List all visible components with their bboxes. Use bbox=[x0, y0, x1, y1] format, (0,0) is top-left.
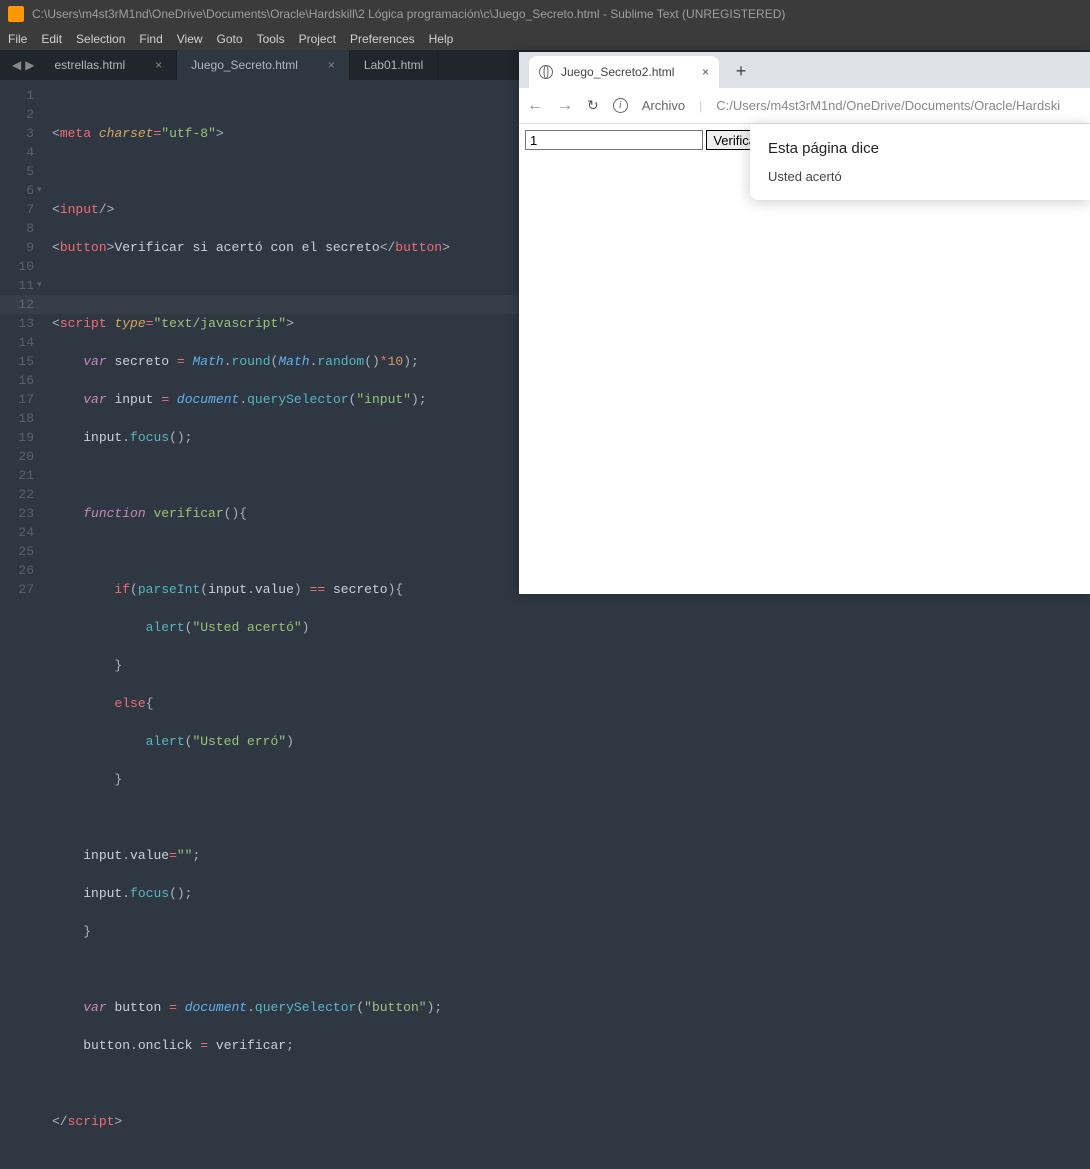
tab-close-icon[interactable]: × bbox=[155, 58, 162, 72]
line-gutter: 1234567891011121314151617181920212223242… bbox=[0, 80, 44, 594]
menubar: File Edit Selection Find View Goto Tools… bbox=[0, 28, 1090, 50]
title-path: C:\Users\m4st3rM1nd\OneDrive\Documents\O… bbox=[32, 7, 785, 21]
tab-close-icon[interactable]: × bbox=[328, 58, 335, 72]
browser-window: Juego_Secreto2.html × + ← → ↻ i Archivo … bbox=[519, 52, 1090, 594]
new-tab-button[interactable]: + bbox=[727, 57, 755, 85]
menu-view[interactable]: View bbox=[177, 32, 203, 46]
menu-goto[interactable]: Goto bbox=[217, 32, 243, 46]
tab-next-icon[interactable]: ▶ bbox=[25, 58, 34, 72]
browser-page: Verificar si acertó con el secreto Esta … bbox=[519, 124, 1090, 594]
menu-selection[interactable]: Selection bbox=[76, 32, 125, 46]
url-scheme-label: Archivo bbox=[642, 98, 685, 113]
menu-find[interactable]: Find bbox=[139, 32, 162, 46]
tab-lab01[interactable]: Lab01.html bbox=[350, 50, 438, 80]
url-separator: | bbox=[699, 99, 702, 113]
tab-label: Juego_Secreto.html bbox=[191, 58, 298, 72]
tab-estrellas[interactable]: estrellas.html × bbox=[40, 50, 177, 80]
back-button[interactable]: ← bbox=[527, 97, 543, 115]
alert-title: Esta página dice bbox=[768, 140, 1072, 157]
window-titlebar: C:\Users\m4st3rM1nd\OneDrive\Documents\O… bbox=[0, 0, 1090, 28]
info-icon[interactable]: i bbox=[613, 98, 628, 113]
tab-label: Lab01.html bbox=[364, 58, 423, 72]
tab-juego-secreto[interactable]: Juego_Secreto.html × bbox=[177, 50, 350, 80]
tab-label: estrellas.html bbox=[54, 58, 125, 72]
browser-tab-close-icon[interactable]: × bbox=[702, 65, 709, 79]
menu-preferences[interactable]: Preferences bbox=[350, 32, 415, 46]
menu-project[interactable]: Project bbox=[299, 32, 336, 46]
url-path[interactable]: C:/Users/m4st3rM1nd/OneDrive/Documents/O… bbox=[716, 98, 1060, 113]
browser-tab[interactable]: Juego_Secreto2.html × bbox=[529, 56, 719, 88]
menu-help[interactable]: Help bbox=[429, 32, 454, 46]
browser-toolbar: ← → ↻ i Archivo | C:/Users/m4st3rM1nd/On… bbox=[519, 88, 1090, 124]
alert-message: Usted acertó bbox=[768, 169, 1072, 184]
tab-nav-arrows: ◀ ▶ bbox=[6, 50, 40, 80]
tab-prev-icon[interactable]: ◀ bbox=[12, 58, 21, 72]
menu-edit[interactable]: Edit bbox=[41, 32, 62, 46]
menu-file[interactable]: File bbox=[8, 32, 27, 46]
app-icon bbox=[8, 6, 24, 22]
browser-tabbar: Juego_Secreto2.html × + bbox=[519, 52, 1090, 88]
alert-dialog: Esta página dice Usted acertó bbox=[750, 124, 1090, 200]
forward-button[interactable]: → bbox=[557, 97, 573, 115]
menu-tools[interactable]: Tools bbox=[257, 32, 285, 46]
guess-input[interactable] bbox=[525, 130, 703, 150]
reload-button[interactable]: ↻ bbox=[587, 97, 599, 114]
browser-tab-title: Juego_Secreto2.html bbox=[561, 65, 694, 79]
globe-icon bbox=[539, 65, 553, 79]
